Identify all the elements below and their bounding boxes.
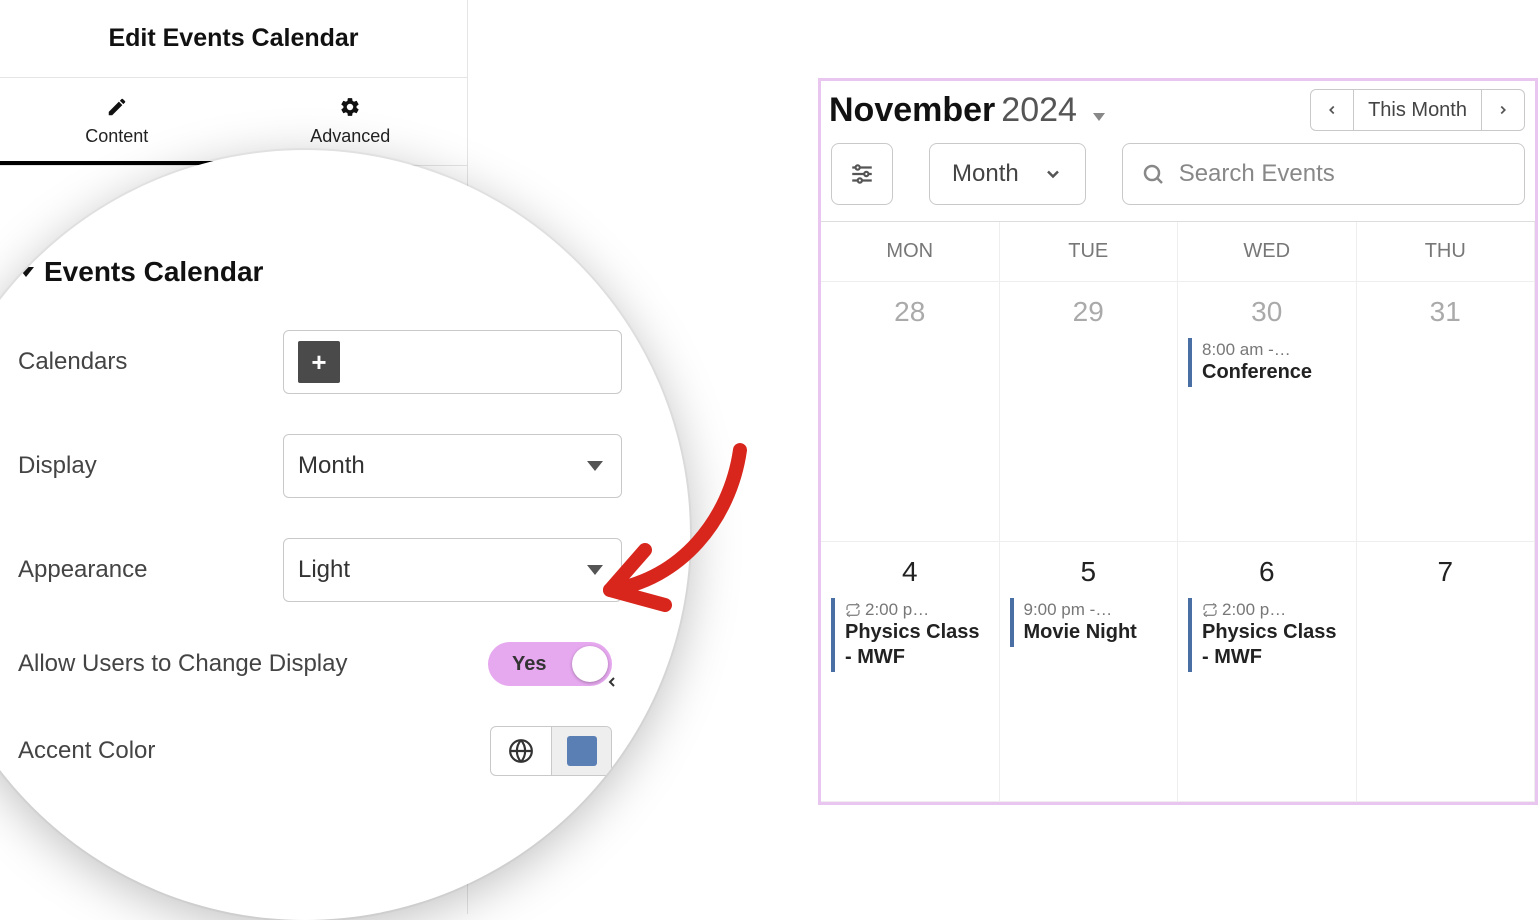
display-row: Display Month [0, 414, 640, 518]
prev-month-button[interactable] [1310, 89, 1354, 131]
chevron-right-icon [1496, 103, 1510, 117]
pencil-icon [106, 96, 128, 118]
day-number: 6 [1188, 556, 1346, 588]
tab-advanced-label: Advanced [310, 126, 390, 147]
day-number: 28 [831, 296, 989, 328]
toggle-value: Yes [512, 653, 546, 676]
event-time: 9:00 pm -… [1024, 600, 1168, 620]
display-select[interactable]: Month [283, 434, 622, 498]
view-select-value: Month [952, 160, 1019, 188]
chevron-left-icon [1325, 103, 1339, 117]
event-time: 2:00 p… [845, 600, 989, 620]
search-input[interactable]: Search Events [1122, 143, 1525, 205]
collapse-panel-button[interactable] [600, 670, 624, 694]
appearance-value: Light [298, 556, 350, 584]
add-calendar-button[interactable]: + [298, 341, 340, 383]
calendar-event[interactable]: 8:00 am -… Conference [1188, 338, 1346, 387]
day-number: 4 [831, 556, 989, 588]
calendar-toolbar: Month Search Events [821, 137, 1535, 221]
zoom-lens: Events Calendar Calendars + Display Mont… [0, 150, 690, 920]
section-heading-text: Events Calendar [44, 256, 263, 288]
search-placeholder: Search Events [1179, 160, 1335, 188]
global-color-option[interactable] [491, 727, 551, 775]
day-number: 7 [1367, 556, 1525, 588]
repeat-icon [1202, 602, 1218, 618]
calendar-widget: November 2024 This Month Month Search Ev… [818, 78, 1538, 805]
calendar-year: 2024 [1001, 91, 1077, 130]
chevron-down-icon [1093, 113, 1105, 121]
calendars-row: Calendars + [0, 310, 640, 414]
allow-display-toggle[interactable]: Yes [488, 642, 612, 686]
calendar-cell[interactable]: 6 2:00 p… Physics Class - MWF [1178, 542, 1357, 802]
accent-color-picker[interactable] [490, 726, 612, 776]
event-time: 8:00 am -… [1202, 340, 1346, 360]
filter-button[interactable] [831, 143, 893, 205]
appearance-label: Appearance [18, 556, 283, 585]
chevron-down-icon [1043, 164, 1063, 184]
chevron-down-icon [587, 461, 603, 471]
sliders-icon [849, 161, 875, 187]
day-header: THU [1357, 222, 1536, 282]
section-header[interactable]: Events Calendar [0, 250, 640, 310]
event-time: 2:00 p… [1202, 600, 1346, 620]
event-time-text: 2:00 p… [1222, 600, 1286, 620]
event-title: Physics Class - MWF [1202, 620, 1346, 670]
calendar-cell[interactable]: 7 [1357, 542, 1536, 802]
event-time-text: 2:00 p… [865, 600, 929, 620]
globe-icon [508, 738, 534, 764]
tab-content-label: Content [85, 126, 148, 147]
color-swatch [567, 736, 597, 766]
chevron-down-icon [587, 565, 603, 575]
calendar-cell[interactable]: 4 2:00 p… Physics Class - MWF [821, 542, 1000, 802]
next-month-button[interactable] [1482, 89, 1525, 131]
event-title: Movie Night [1024, 620, 1168, 645]
day-header: TUE [1000, 222, 1179, 282]
event-title: Physics Class - MWF [845, 620, 989, 670]
calendar-cell[interactable]: 30 8:00 am -… Conference [1178, 282, 1357, 542]
accent-color-row: Accent Color [0, 706, 640, 796]
calendar-nav: This Month [1310, 89, 1525, 131]
accent-color-label: Accent Color [18, 737, 428, 766]
calendars-label: Calendars [18, 348, 283, 377]
day-header: MON [821, 222, 1000, 282]
calendar-title[interactable]: November 2024 [829, 91, 1105, 130]
caret-down-icon [18, 267, 34, 277]
appearance-row: Appearance Light [0, 518, 640, 622]
appearance-select[interactable]: Light [283, 538, 622, 602]
gear-icon [339, 96, 361, 118]
day-number: 30 [1188, 296, 1346, 328]
day-number: 29 [1010, 296, 1168, 328]
allow-display-row: Allow Users to Change Display Yes [0, 622, 640, 706]
calendar-event[interactable]: 2:00 p… Physics Class - MWF [1188, 598, 1346, 672]
calendar-cell[interactable]: 5 9:00 pm -… Movie Night [1000, 542, 1179, 802]
repeat-icon [845, 602, 861, 618]
event-title: Conference [1202, 360, 1346, 385]
this-month-button[interactable]: This Month [1354, 89, 1482, 131]
day-header: WED [1178, 222, 1357, 282]
calendar-header: November 2024 This Month [821, 81, 1535, 137]
allow-display-label: Allow Users to Change Display [18, 650, 428, 679]
calendar-cell[interactable]: 28 [821, 282, 1000, 542]
calendar-event[interactable]: 2:00 p… Physics Class - MWF [831, 598, 989, 672]
custom-color-option[interactable] [551, 727, 611, 775]
calendar-day-headers: MON TUE WED THU [821, 221, 1535, 282]
calendar-event[interactable]: 9:00 pm -… Movie Night [1010, 598, 1168, 647]
calendar-cell[interactable]: 29 [1000, 282, 1179, 542]
calendar-month: November [829, 91, 995, 130]
day-number: 31 [1367, 296, 1525, 328]
display-value: Month [298, 452, 365, 480]
calendars-input[interactable]: + [283, 330, 622, 394]
display-label: Display [18, 452, 283, 481]
calendar-grid: 28 29 30 8:00 am -… Conference 31 4 2:00… [821, 282, 1535, 802]
calendar-cell[interactable]: 31 [1357, 282, 1536, 542]
plus-icon: + [311, 347, 326, 378]
view-select[interactable]: Month [929, 143, 1086, 205]
panel-title: Edit Events Calendar [0, 0, 467, 78]
day-number: 5 [1010, 556, 1168, 588]
chevron-left-icon [604, 674, 620, 690]
search-icon [1141, 162, 1165, 186]
